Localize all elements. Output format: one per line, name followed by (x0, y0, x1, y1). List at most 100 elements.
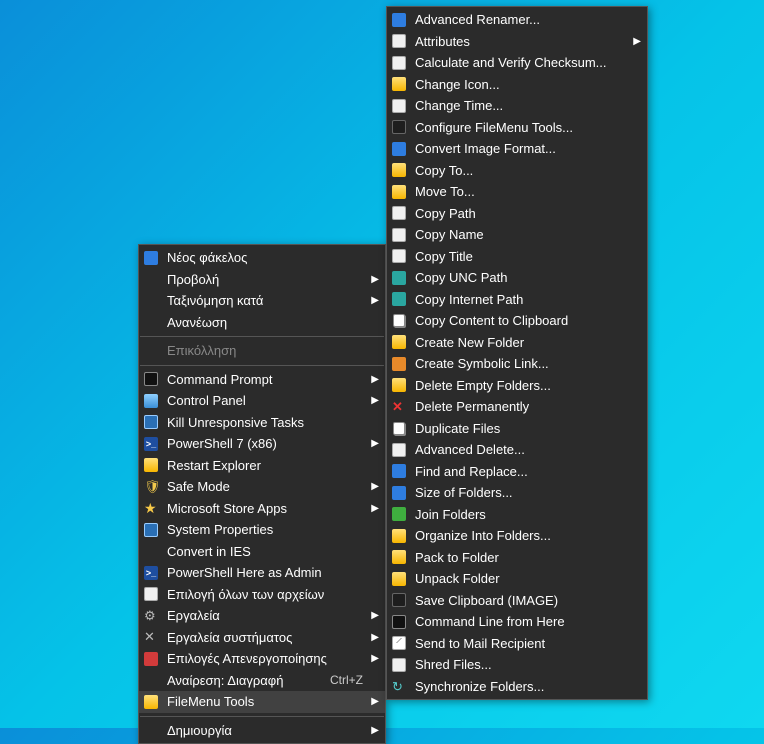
menu-item-advanced-renamer[interactable]: Advanced Renamer... (387, 9, 647, 31)
menu-item-label: Εργαλεία (167, 608, 363, 623)
copy-title-icon (391, 248, 407, 264)
menu-item-command-prompt[interactable]: Command Prompt▶ (139, 369, 385, 391)
copy-unc-path-icon (391, 270, 407, 286)
menu-item-filemenu-tools[interactable]: FileMenu Tools▶ (139, 691, 385, 713)
submenu-arrow-icon: ▶ (369, 395, 379, 406)
menu-item-size-of-folders[interactable]: Size of Folders... (387, 482, 647, 504)
menu-item-restart-explorer[interactable]: Restart Explorer (139, 455, 385, 477)
menu-item-sort[interactable]: Ταξινόμηση κατά▶ (139, 290, 385, 312)
menu-item-label: Safe Mode (167, 479, 363, 494)
menu-item-system-tools[interactable]: ✕Εργαλεία συστήματος▶ (139, 627, 385, 649)
menu-item-copy-path[interactable]: Copy Path (387, 203, 647, 225)
menu-item-synchronize-folders[interactable]: ↻Synchronize Folders... (387, 676, 647, 698)
menu-item-label: Επιλογή όλων των αρχείων (167, 587, 363, 602)
menu-item-change-time[interactable]: Change Time... (387, 95, 647, 117)
unpack-folder-icon (391, 571, 407, 587)
submenu-arrow-icon: ▶ (369, 438, 379, 449)
menu-item-powershell7[interactable]: >_PowerShell 7 (x86)▶ (139, 433, 385, 455)
menu-separator (140, 365, 384, 366)
menu-item-shred-files[interactable]: Shred Files... (387, 654, 647, 676)
desktop-context-menu: Νέος φάκελοςΠροβολή▶Ταξινόμηση κατά▶Αναν… (138, 244, 386, 744)
menu-item-powershell-admin[interactable]: >_PowerShell Here as Admin (139, 562, 385, 584)
menu-item-advanced-delete[interactable]: Advanced Delete... (387, 439, 647, 461)
menu-item-label: Microsoft Store Apps (167, 501, 363, 516)
calculate-checksum-icon (391, 55, 407, 71)
menu-item-control-panel[interactable]: Control Panel ▶ (139, 390, 385, 412)
menu-item-new-folder[interactable]: Νέος φάκελος (139, 247, 385, 269)
menu-item-delete-permanently[interactable]: ✕Delete Permanently (387, 396, 647, 418)
join-folders-icon (391, 506, 407, 522)
menu-item-pack-to-folder[interactable]: Pack to Folder (387, 547, 647, 569)
menu-item-power-options[interactable]: Επιλογές Απενεργοποίησης▶ (139, 648, 385, 670)
delete-permanently-icon: ✕ (391, 399, 407, 415)
submenu-arrow-icon: ▶ (369, 610, 379, 621)
command-line-here-icon (391, 614, 407, 630)
menu-item-copy-unc-path[interactable]: Copy UNC Path (387, 267, 647, 289)
menu-item-label: Copy Path (415, 206, 625, 221)
create-new-folder-icon (391, 334, 407, 350)
menu-item-create-symbolic-link[interactable]: Create Symbolic Link... (387, 353, 647, 375)
menu-item-ms-store-apps[interactable]: ★Microsoft Store Apps▶ (139, 498, 385, 520)
menu-item-copy-content-clipboard[interactable]: Copy Content to Clipboard (387, 310, 647, 332)
menu-item-label: Calculate and Verify Checksum... (415, 55, 625, 70)
menu-item-copy-to[interactable]: Copy To... (387, 160, 647, 182)
menu-item-select-all-files[interactable]: Επιλογή όλων των αρχείων (139, 584, 385, 606)
size-of-folders-icon (391, 485, 407, 501)
menu-item-undo-delete[interactable]: Αναίρεση: ΔιαγραφήCtrl+Z (139, 670, 385, 692)
menu-item-tools[interactable]: ⚙ Εργαλεία ▶ (139, 605, 385, 627)
select-all-files-icon (143, 586, 159, 602)
save-clipboard-image-icon (391, 592, 407, 608)
menu-item-label: Αναίρεση: Διαγραφή (167, 673, 318, 688)
menu-item-label: Delete Empty Folders... (415, 378, 625, 393)
menu-item-attributes[interactable]: Attributes▶ (387, 31, 647, 53)
submenu-arrow-icon: ▶ (369, 653, 379, 664)
menu-item-label: Synchronize Folders... (415, 679, 625, 694)
menu-item-label: Pack to Folder (415, 550, 625, 565)
menu-item-kill-tasks[interactable]: Kill Unresponsive Tasks (139, 412, 385, 434)
copy-internet-path-icon (391, 291, 407, 307)
menu-item-copy-name[interactable]: Copy Name (387, 224, 647, 246)
tools-icon: ⚙ (143, 608, 159, 624)
menu-item-label: Change Icon... (415, 77, 625, 92)
powershell7-icon: >_ (143, 436, 159, 452)
menu-item-convert-image-format[interactable]: Convert Image Format... (387, 138, 647, 160)
menu-item-copy-internet-path[interactable]: Copy Internet Path (387, 289, 647, 311)
menu-item-change-icon[interactable]: Change Icon... (387, 74, 647, 96)
menu-item-label: FileMenu Tools (167, 694, 363, 709)
menu-item-find-replace[interactable]: Find and Replace... (387, 461, 647, 483)
menu-item-label: Send to Mail Recipient (415, 636, 625, 651)
menu-item-duplicate-files[interactable]: Duplicate Files (387, 418, 647, 440)
menu-item-view[interactable]: Προβολή▶ (139, 269, 385, 291)
menu-item-system-properties[interactable]: System Properties (139, 519, 385, 541)
menu-item-label: Advanced Delete... (415, 442, 625, 457)
menu-item-unpack-folder[interactable]: Unpack Folder (387, 568, 647, 590)
menu-item-label: System Properties (167, 522, 363, 537)
menu-item-label: Configure FileMenu Tools... (415, 120, 625, 135)
menu-item-send-mail[interactable]: Send to Mail Recipient (387, 633, 647, 655)
menu-item-calculate-checksum[interactable]: Calculate and Verify Checksum... (387, 52, 647, 74)
find-replace-icon (391, 463, 407, 479)
restart-explorer-icon (143, 457, 159, 473)
menu-item-label: Organize Into Folders... (415, 528, 625, 543)
menu-item-delete-empty-folders[interactable]: Delete Empty Folders... (387, 375, 647, 397)
menu-item-create-new-folder[interactable]: Create New Folder (387, 332, 647, 354)
filemenu-tools-submenu: Advanced Renamer...Attributes▶ Calculate … (386, 6, 648, 700)
menu-item-move-to[interactable]: Move To... (387, 181, 647, 203)
menu-item-organize-into-folders[interactable]: Organize Into Folders... (387, 525, 647, 547)
menu-separator (140, 336, 384, 337)
menu-item-label: Ταξινόμηση κατά (167, 293, 363, 308)
menu-item-safe-mode[interactable]: 🛡Safe Mode▶ (139, 476, 385, 498)
menu-item-join-folders[interactable]: Join Folders (387, 504, 647, 526)
pack-to-folder-icon (391, 549, 407, 565)
filemenu-tools-icon (143, 694, 159, 710)
menu-item-create[interactable]: Δημιουργία▶ (139, 720, 385, 742)
menu-item-label: Control Panel (167, 393, 363, 408)
menu-item-refresh[interactable]: Ανανέωση (139, 312, 385, 334)
menu-item-copy-title[interactable]: Copy Title (387, 246, 647, 268)
menu-item-command-line-here[interactable]: Command Line from Here (387, 611, 647, 633)
menu-item-configure-fmt[interactable]: Configure FileMenu Tools... (387, 117, 647, 139)
menu-item-label: Ανανέωση (167, 315, 363, 330)
menu-item-convert-ies[interactable]: Convert in IES (139, 541, 385, 563)
menu-item-save-clipboard-image[interactable]: Save Clipboard (IMAGE) (387, 590, 647, 612)
advanced-renamer-icon (391, 12, 407, 28)
